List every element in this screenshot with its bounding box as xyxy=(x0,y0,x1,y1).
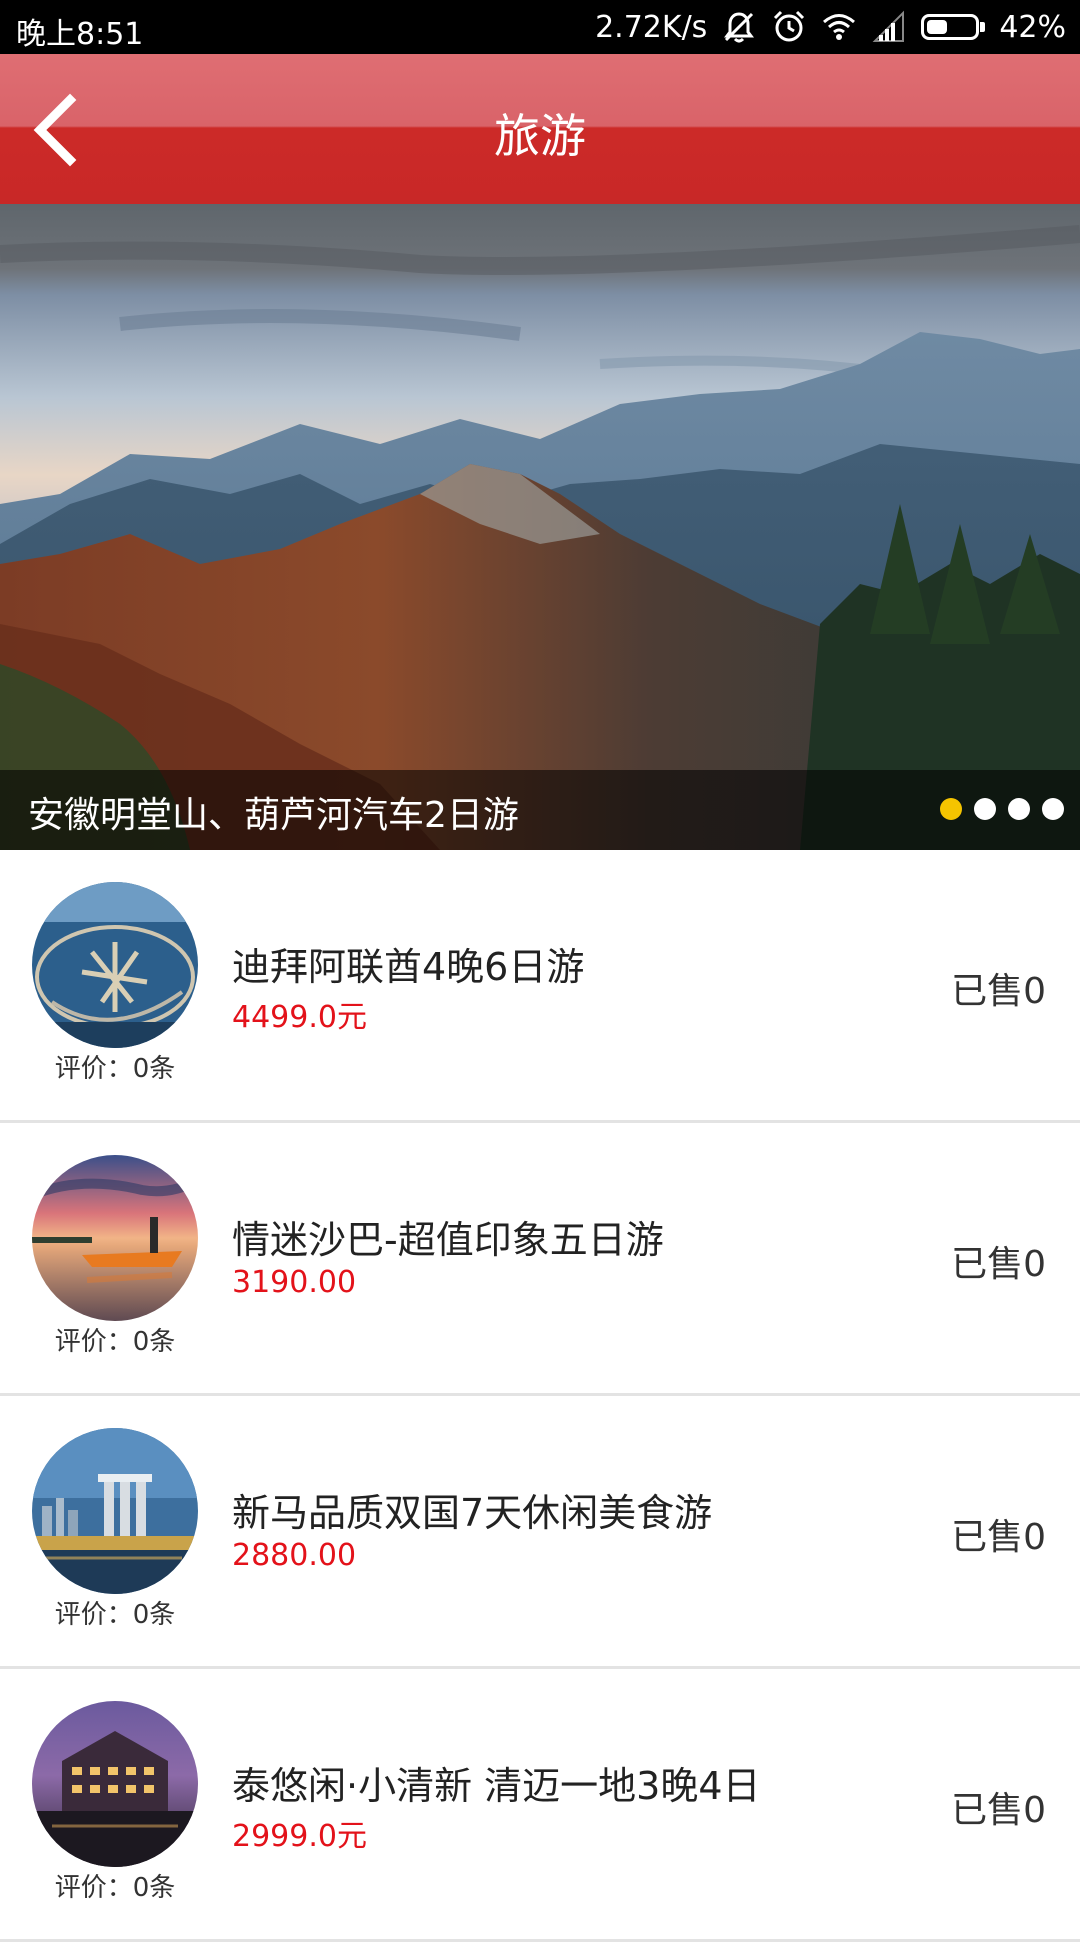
banner-caption: 安徽明堂山、葫芦河汽车2日游 xyxy=(28,795,519,836)
sabah-boat-sunset-image xyxy=(32,1155,198,1321)
status-time: 晚上8:51 xyxy=(16,17,144,52)
item-thumbnail xyxy=(32,1701,198,1867)
item-price: 3190.00 xyxy=(232,1265,357,1300)
battery-percent: 42% xyxy=(999,9,1066,45)
item-rating: 评价：0条 xyxy=(54,1054,176,1084)
banner-carousel[interactable]: 安徽明堂山、葫芦河汽车2日游 xyxy=(0,204,1080,850)
item-thumbnail xyxy=(32,882,198,1048)
chiang-mai-hotel-image xyxy=(32,1701,198,1867)
item-sold-count: 已售0 xyxy=(951,1244,1046,1285)
status-bar: 晚上8:51 2.72K/s 42% xyxy=(0,0,1080,54)
battery-icon xyxy=(921,14,986,40)
signal-icon xyxy=(872,10,905,42)
carousel-dot[interactable] xyxy=(940,798,962,820)
banner-image xyxy=(0,204,1080,850)
banner-caption-bar: 安徽明堂山、葫芦河汽车2日游 xyxy=(0,770,1080,850)
list-item[interactable]: 评价：0条 新马品质双国7天休闲美食游 2880.00 已售0 xyxy=(0,1396,1080,1669)
item-thumbnail xyxy=(32,1155,198,1321)
dubai-palm-island-image xyxy=(32,882,198,1048)
item-rating: 评价：0条 xyxy=(54,1600,176,1630)
item-price: 2999.0元 xyxy=(232,1819,367,1854)
item-sold-count: 已售0 xyxy=(951,1790,1046,1831)
bell-off-icon xyxy=(724,12,755,43)
carousel-dot[interactable] xyxy=(974,798,996,820)
item-title: 迪拜阿联酋4晚6日游 xyxy=(232,945,585,989)
item-sold-count: 已售0 xyxy=(951,971,1046,1012)
list-item[interactable]: 评价：0条 情迷沙巴-超值印象五日游 3190.00 已售0 xyxy=(0,1123,1080,1396)
item-title: 情迷沙巴-超值印象五日游 xyxy=(232,1218,664,1262)
network-speed: 2.72K/s xyxy=(595,9,708,45)
item-thumbnail xyxy=(32,1428,198,1594)
item-sold-count: 已售0 xyxy=(951,1517,1046,1558)
singapore-marina-bay-image xyxy=(32,1428,198,1594)
page-title: 旅游 xyxy=(494,109,586,163)
item-price: 2880.00 xyxy=(232,1538,357,1573)
list-item[interactable]: 评价：0条 迪拜阿联酋4晚6日游 4499.0元 已售0 xyxy=(0,850,1080,1123)
product-list: 评价：0条 迪拜阿联酋4晚6日游 4499.0元 已售0 评价：0条 情迷沙巴-… xyxy=(0,850,1080,1942)
item-title: 泰悠闲·小清新 清迈一地3晚4日 xyxy=(232,1764,761,1808)
carousel-indicator xyxy=(940,798,1064,820)
carousel-dot[interactable] xyxy=(1042,798,1064,820)
app-header: 旅游 xyxy=(0,54,1080,204)
item-rating: 评价：0条 xyxy=(54,1873,176,1903)
item-title: 新马品质双国7天休闲美食游 xyxy=(232,1491,713,1535)
status-right-group: 2.72K/s 42% xyxy=(595,6,1066,48)
item-rating: 评价：0条 xyxy=(54,1327,176,1357)
carousel-dot[interactable] xyxy=(1008,798,1030,820)
alarm-icon xyxy=(774,10,805,42)
item-price: 4499.0元 xyxy=(232,1000,367,1035)
list-item[interactable]: 评价：0条 泰悠闲·小清新 清迈一地3晚4日 2999.0元 已售0 xyxy=(0,1669,1080,1942)
wifi-icon xyxy=(823,14,856,40)
